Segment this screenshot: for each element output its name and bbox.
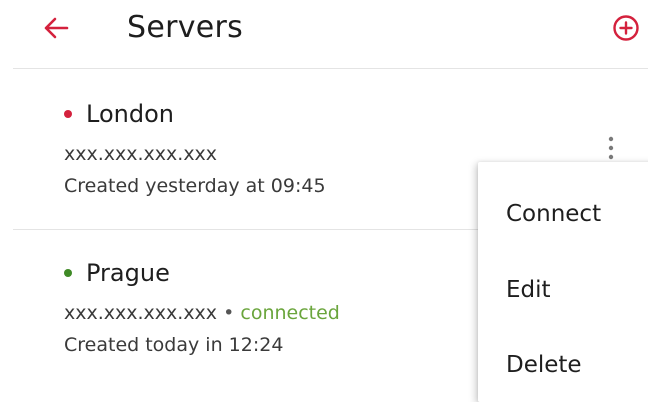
status-dot bbox=[64, 110, 72, 118]
server-address: xxx.xxx.xxx.xxx • connected bbox=[64, 300, 340, 326]
arrow-left-icon bbox=[44, 17, 69, 39]
server-name-row: Prague bbox=[64, 258, 170, 288]
server-ip: xxx.xxx.xxx.xxx bbox=[64, 302, 218, 324]
page-title: Servers bbox=[127, 10, 244, 45]
more-vertical-icon bbox=[608, 136, 614, 160]
server-created: Created yesterday at 09:45 bbox=[64, 175, 326, 197]
add-server-button[interactable] bbox=[606, 8, 646, 48]
server-name-row: London bbox=[64, 99, 174, 129]
back-button[interactable] bbox=[36, 8, 76, 48]
server-address: xxx.xxx.xxx.xxx bbox=[64, 141, 217, 167]
menu-item-delete[interactable]: Delete bbox=[506, 350, 582, 380]
server-name: London bbox=[86, 100, 174, 128]
server-ip: xxx.xxx.xxx.xxx bbox=[64, 143, 218, 165]
status-dot bbox=[64, 269, 72, 277]
plus-circle-icon bbox=[613, 15, 639, 41]
app-bar: Servers bbox=[0, 0, 648, 56]
separator-dot: • bbox=[223, 302, 235, 324]
menu-item-edit[interactable]: Edit bbox=[506, 275, 551, 305]
connection-status: connected bbox=[240, 302, 340, 324]
menu-item-connect[interactable]: Connect bbox=[506, 199, 601, 229]
server-name: Prague bbox=[86, 259, 170, 287]
context-menu: Connect Edit Delete bbox=[478, 162, 648, 402]
server-created: Created today in 12:24 bbox=[64, 334, 284, 356]
